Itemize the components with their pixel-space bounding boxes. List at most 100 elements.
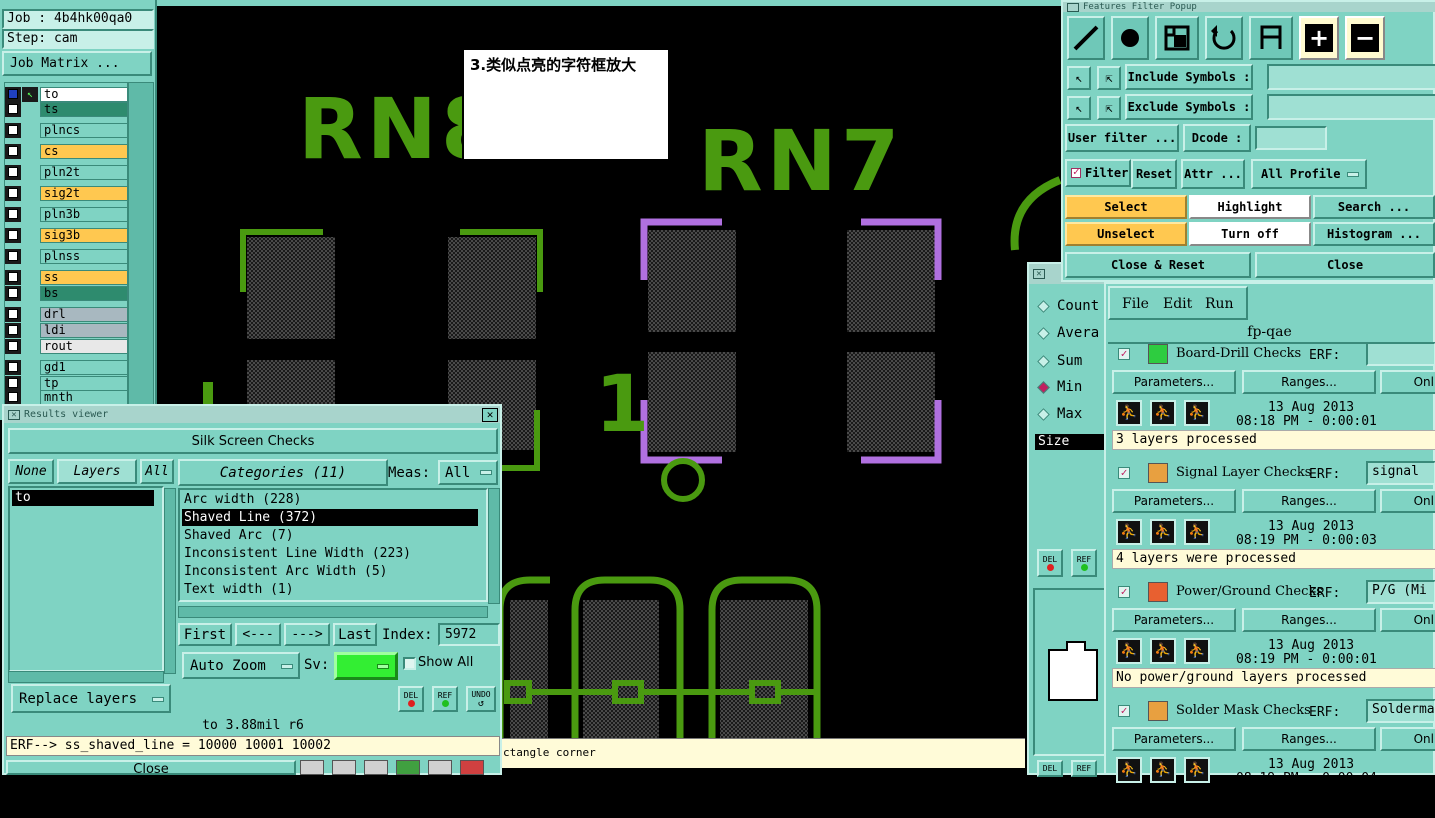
layer-list-scrollbar[interactable] — [128, 82, 154, 412]
parameters-button[interactable]: Parameters... — [1112, 370, 1236, 394]
layer-checkbox[interactable] — [8, 230, 18, 240]
layer-name[interactable]: sig2t — [40, 186, 128, 201]
layer-name[interactable]: to — [40, 87, 128, 102]
toolbar-icon[interactable] — [396, 760, 420, 775]
layer-row[interactable]: pln3b — [5, 207, 128, 222]
parameters-button[interactable]: Parameters... — [1112, 608, 1236, 632]
ranges-button[interactable]: Ranges... — [1242, 370, 1376, 394]
stat-option[interactable]: Max — [1035, 405, 1109, 425]
run-icon[interactable]: ⛹ — [1150, 757, 1176, 783]
turn-off-button[interactable]: Turn off — [1189, 222, 1311, 246]
exclude-pick-button[interactable]: ↖ — [1067, 96, 1091, 120]
layer-row[interactable]: sig2t — [5, 186, 128, 201]
layer-checkbox[interactable] — [8, 362, 18, 372]
last-button[interactable]: Last — [333, 623, 377, 646]
highlight-button[interactable]: Highlight — [1189, 195, 1311, 219]
layer-name[interactable]: mnth — [40, 390, 128, 405]
toolbar-icon[interactable] — [332, 760, 356, 775]
include-symbols-input[interactable] — [1267, 64, 1435, 90]
check-enable-checkbox[interactable]: ✓ — [1118, 705, 1130, 717]
erf-field[interactable] — [1366, 342, 1435, 366]
layer-name[interactable]: bs — [40, 286, 128, 301]
layer-checkbox[interactable] — [8, 272, 18, 282]
menu-edit[interactable]: Edit — [1163, 296, 1192, 312]
stats-ref-bottom[interactable]: REF — [1071, 760, 1097, 777]
layer-row[interactable]: sig3b — [5, 228, 128, 243]
layer-row[interactable]: ldi — [5, 323, 128, 338]
exclude-symbols-input[interactable] — [1267, 94, 1435, 120]
parameters-button[interactable]: Parameters... — [1112, 489, 1236, 513]
result-layer-item[interactable]: to — [12, 490, 154, 506]
stat-option[interactable]: Avera — [1035, 324, 1109, 344]
run-icon[interactable]: ⛹ — [1184, 519, 1210, 545]
features-filter-titlebar[interactable]: Features Filter Popup — [1063, 2, 1435, 12]
category-item[interactable]: Shaved Arc (7) — [182, 527, 478, 544]
histogram-button[interactable]: Histogram ... — [1313, 222, 1435, 246]
layer-name[interactable]: pln2t — [40, 165, 128, 180]
exclude-pick2-button[interactable]: ⇱ — [1097, 96, 1121, 120]
erf-field[interactable]: Solderma — [1366, 699, 1435, 723]
layer-row[interactable]: mnth — [5, 390, 128, 405]
first-button[interactable]: First — [178, 623, 232, 646]
ranges-button[interactable]: Ranges... — [1242, 489, 1376, 513]
layer-checkbox[interactable] — [8, 89, 18, 99]
filter-toggle[interactable]: ✓ Filter — [1065, 159, 1131, 187]
ranges-button[interactable]: Ranges... — [1242, 608, 1376, 632]
layer-checkbox[interactable] — [8, 209, 18, 219]
layer-row[interactable]: bs — [5, 286, 128, 301]
delete-marker-button[interactable]: DEL — [398, 686, 424, 712]
ranges-button[interactable]: Ranges... — [1242, 727, 1376, 751]
filter-close-button[interactable]: Close — [1255, 252, 1435, 278]
layer-name[interactable]: ldi — [40, 323, 128, 338]
categories-button[interactable]: Categories (11) — [178, 459, 388, 486]
dcode-input[interactable] — [1255, 126, 1327, 150]
layer-list-vscroll[interactable] — [164, 488, 176, 674]
user-filter-button[interactable]: User filter ... — [1065, 124, 1179, 152]
window-menu-icon[interactable]: ✕ — [1033, 269, 1045, 279]
layers-button[interactable]: Layers — [57, 459, 137, 484]
sv-color-dropdown[interactable] — [334, 652, 398, 680]
layer-name[interactable]: plnss — [40, 249, 128, 264]
category-list-hscroll[interactable] — [178, 606, 488, 618]
run-icon[interactable]: ⛹ — [1116, 400, 1142, 426]
only-button[interactable]: Onl — [1380, 370, 1435, 394]
stat-option[interactable]: Sum — [1035, 352, 1109, 372]
toolbar-icon[interactable] — [300, 760, 324, 775]
check-enable-checkbox[interactable]: ✓ — [1118, 586, 1130, 598]
only-button[interactable]: Onl — [1380, 608, 1435, 632]
attr-button[interactable]: Attr ... — [1181, 159, 1245, 189]
run-icon[interactable]: ⛹ — [1150, 638, 1176, 664]
parameters-button[interactable]: Parameters... — [1112, 727, 1236, 751]
toolbar-icon[interactable] — [460, 760, 484, 775]
search-button[interactable]: Search ... — [1313, 195, 1435, 219]
layer-name[interactable]: rout — [40, 339, 128, 354]
layer-name[interactable]: ts — [40, 102, 128, 117]
show-all-checkbox[interactable] — [403, 657, 416, 670]
layer-checkbox[interactable] — [8, 104, 18, 114]
layer-row[interactable]: pln2t — [5, 165, 128, 180]
stats-delete-button[interactable]: DEL — [1037, 549, 1063, 577]
stat-option[interactable]: Min — [1035, 378, 1109, 398]
layer-name[interactable]: ss — [40, 270, 128, 285]
erf-field[interactable]: signal — [1366, 461, 1435, 485]
layer-row[interactable]: plnss — [5, 249, 128, 264]
layer-checkbox[interactable] — [8, 392, 18, 402]
line-tool-button[interactable] — [1067, 16, 1105, 60]
layer-checkbox[interactable] — [8, 341, 18, 351]
stat-option[interactable]: Count — [1035, 297, 1109, 317]
replace-layers-dropdown[interactable]: Replace layers — [11, 684, 171, 713]
erf-field[interactable]: P/G (Mi — [1366, 580, 1435, 604]
close-icon[interactable]: ✕ — [482, 408, 498, 422]
toolbar-icon[interactable] — [428, 760, 452, 775]
run-icon[interactable]: ⛹ — [1116, 757, 1142, 783]
layer-name[interactable]: drl — [40, 307, 128, 322]
only-button[interactable]: Onl — [1380, 489, 1435, 513]
layer-row[interactable]: tp — [5, 376, 128, 391]
text-tool-button[interactable] — [1249, 16, 1293, 60]
negative-polarity-button[interactable]: − — [1345, 16, 1385, 60]
layer-checkbox[interactable] — [8, 378, 18, 388]
run-icon[interactable]: ⛹ — [1184, 400, 1210, 426]
run-icon[interactable]: ⛹ — [1150, 400, 1176, 426]
job-matrix-button[interactable]: Job Matrix ... — [2, 51, 152, 76]
run-icon[interactable]: ⛹ — [1184, 638, 1210, 664]
